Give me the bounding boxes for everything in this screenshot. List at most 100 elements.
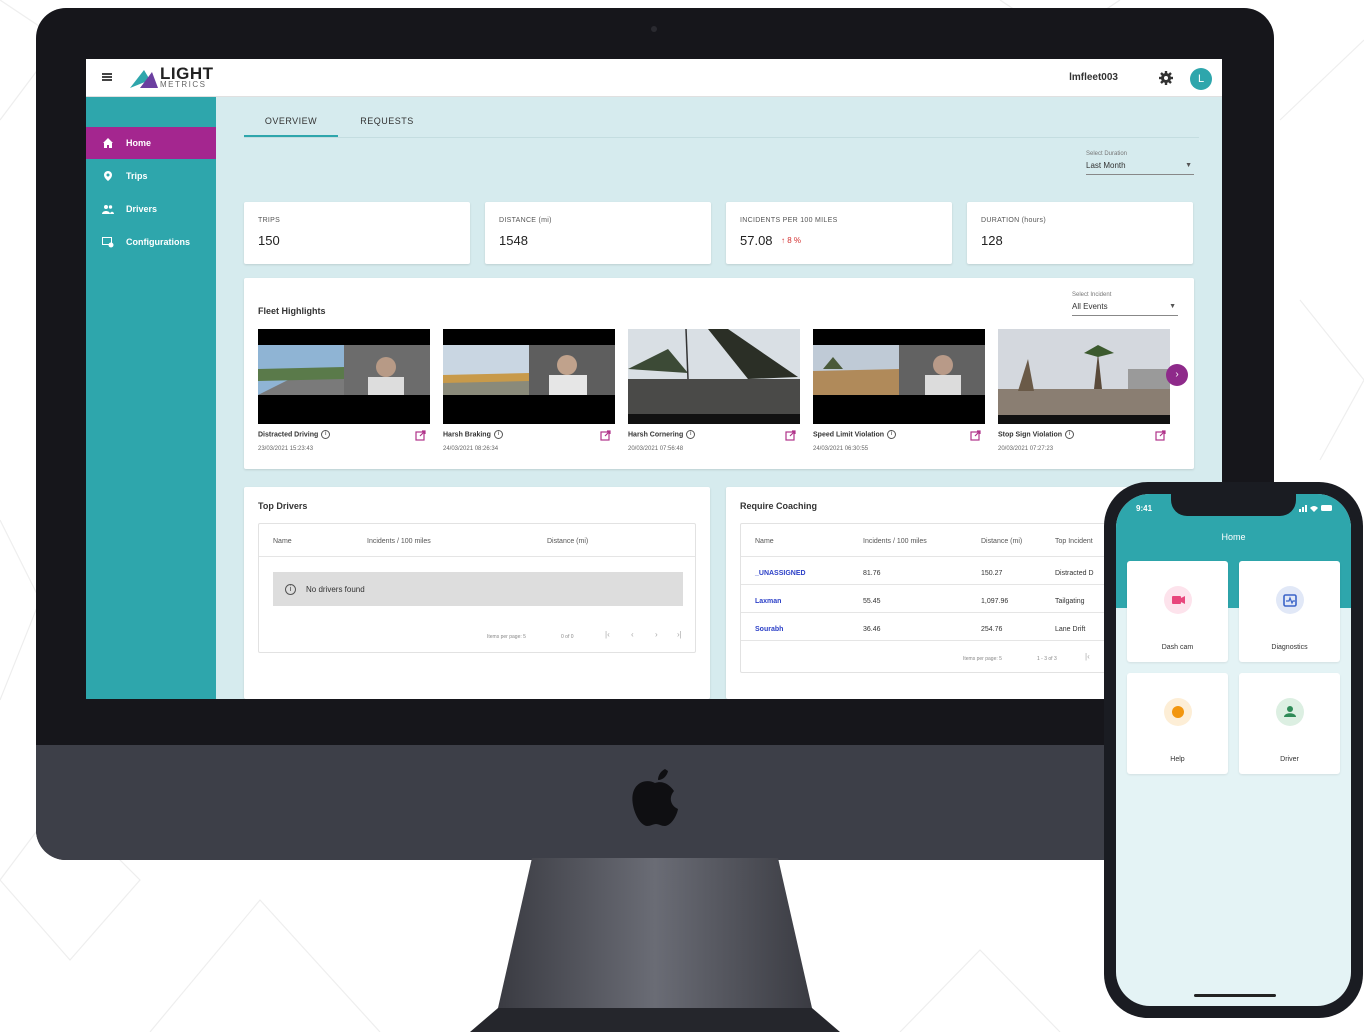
column-header: Incidents / 100 miles bbox=[367, 538, 431, 545]
stat-value: 1548 bbox=[499, 233, 528, 248]
gear-icon[interactable] bbox=[1158, 70, 1174, 86]
video-thumbnail[interactable] bbox=[258, 329, 430, 424]
driver-name-link[interactable]: Sourabh bbox=[755, 626, 783, 633]
items-per-page[interactable]: Items per page: 5 bbox=[487, 634, 526, 640]
status-bar-icons bbox=[1299, 505, 1332, 512]
video-thumbnail[interactable] bbox=[998, 329, 1170, 424]
info-icon: i bbox=[285, 583, 296, 595]
clip-title: Harsh Cornering i bbox=[628, 430, 696, 439]
driver-icon bbox=[1276, 698, 1304, 726]
tile-help[interactable]: Help bbox=[1127, 673, 1228, 774]
cell-incidents: 36.46 bbox=[863, 626, 881, 633]
column-header: Distance (mi) bbox=[981, 538, 1023, 545]
tile-diagnostics[interactable]: Diagnostics bbox=[1239, 561, 1340, 662]
items-per-page[interactable]: Items per page: 5 bbox=[963, 656, 1002, 662]
avatar[interactable]: L bbox=[1190, 68, 1212, 90]
panel-title: Top Drivers bbox=[258, 501, 308, 511]
video-thumbnail[interactable] bbox=[813, 329, 985, 424]
caret-down-icon: ▼ bbox=[1169, 303, 1176, 310]
stat-value: 150 bbox=[258, 233, 280, 248]
video-thumbnail[interactable] bbox=[443, 329, 615, 424]
first-page-icon[interactable]: |‹ bbox=[1085, 652, 1090, 661]
incident-select-value: All Events bbox=[1072, 302, 1108, 311]
driver-name-link[interactable]: _UNASSIGNED bbox=[755, 570, 806, 577]
empty-state-text: No drivers found bbox=[306, 584, 365, 594]
pager-range: 0 of 0 bbox=[561, 634, 574, 640]
open-external-icon[interactable] bbox=[970, 430, 981, 441]
stat-label: DISTANCE (mi) bbox=[499, 217, 552, 224]
video-thumbnail[interactable] bbox=[628, 329, 800, 424]
open-external-icon[interactable] bbox=[785, 430, 796, 441]
panel-title: Fleet Highlights bbox=[258, 306, 326, 316]
cell-incidents: 81.76 bbox=[863, 570, 881, 577]
next-page-icon[interactable]: › bbox=[655, 630, 658, 639]
sidebar-item-home[interactable]: Home bbox=[86, 127, 216, 159]
stat-label: INCIDENTS PER 100 MILES bbox=[740, 217, 838, 224]
tile-label: Dash cam bbox=[1161, 644, 1194, 651]
column-header: Name bbox=[755, 538, 774, 545]
sidebar-item-label: Configurations bbox=[126, 237, 190, 247]
header-divider bbox=[259, 556, 695, 557]
desktop-screen: LIGHT METRICS lmfleet003 L Home Trips Dr… bbox=[86, 59, 1222, 699]
last-page-icon[interactable]: ›| bbox=[677, 630, 682, 639]
tab-requests[interactable]: REQUESTS bbox=[342, 109, 432, 137]
highlight-clip[interactable]: Harsh Braking i 24/03/2021 08:26:34 bbox=[443, 329, 615, 452]
open-external-icon[interactable] bbox=[1155, 430, 1166, 441]
help-icon bbox=[1164, 698, 1192, 726]
sidebar-item-label: Drivers bbox=[126, 204, 158, 214]
incident-select[interactable]: Select Incident All Events ▼ bbox=[1072, 292, 1178, 316]
open-external-icon[interactable] bbox=[415, 430, 426, 441]
stat-value: 57.08 bbox=[740, 233, 773, 248]
tile-label: Help bbox=[1170, 756, 1185, 763]
phone-title: Home bbox=[1221, 532, 1246, 542]
highlight-clip[interactable]: Harsh Cornering i 20/03/2021 07:56:48 bbox=[628, 329, 800, 452]
status-time: 9:41 bbox=[1136, 504, 1153, 513]
clip-timestamp: 23/03/2021 15:23:43 bbox=[258, 446, 314, 452]
apple-logo-icon bbox=[632, 769, 678, 826]
prev-page-icon[interactable]: ‹ bbox=[631, 630, 634, 639]
diagnostics-icon bbox=[1276, 586, 1304, 614]
stat-label: DURATION (hours) bbox=[981, 217, 1046, 224]
home-indicator bbox=[1194, 994, 1276, 997]
highlight-clip[interactable]: Stop Sign Violation i 20/03/2021 07:27:23 bbox=[998, 329, 1170, 452]
tab-overview[interactable]: OVERVIEW bbox=[244, 109, 338, 137]
incident-select-label: Select Incident bbox=[1072, 292, 1112, 298]
caret-down-icon: ▼ bbox=[1185, 162, 1192, 169]
clip-timestamp: 24/03/2021 06:30:55 bbox=[813, 446, 869, 452]
driver-name-link[interactable]: Laxman bbox=[755, 598, 781, 605]
column-header: Top Incident bbox=[1055, 538, 1093, 545]
imac-stand bbox=[470, 858, 840, 1032]
username: lmfleet003 bbox=[1069, 72, 1118, 83]
sidebar-item-label: Home bbox=[126, 138, 152, 148]
info-icon[interactable]: i bbox=[686, 430, 696, 439]
column-header: Distance (mi) bbox=[547, 538, 589, 545]
highlight-clip[interactable]: Speed Limit Violation i 24/03/2021 06:30:… bbox=[813, 329, 985, 452]
clip-timestamp: 20/03/2021 07:56:48 bbox=[628, 446, 684, 452]
next-arrow-button[interactable]: › bbox=[1166, 364, 1188, 386]
duration-select[interactable]: Select Duration Last Month ▼ bbox=[1086, 151, 1194, 175]
sidebar-item-configurations[interactable]: Configurations bbox=[86, 226, 216, 258]
clip-title: Distracted Driving i bbox=[258, 430, 331, 439]
tabs-divider bbox=[244, 137, 1199, 138]
info-icon[interactable]: i bbox=[887, 430, 897, 439]
clip-title: Harsh Braking i bbox=[443, 430, 503, 439]
open-external-icon[interactable] bbox=[600, 430, 611, 441]
stat-card-incidents: INCIDENTS PER 100 MILES 57.08 ↑ 8 % bbox=[726, 202, 952, 264]
tile-label: Diagnostics bbox=[1271, 644, 1308, 651]
top-drivers-table: Name Incidents / 100 miles Distance (mi)… bbox=[258, 523, 696, 653]
cell-distance: 1,097.96 bbox=[981, 598, 1009, 605]
cell-distance: 254.76 bbox=[981, 626, 1003, 633]
info-icon[interactable]: i bbox=[1065, 430, 1075, 439]
tile-driver[interactable]: Driver bbox=[1239, 673, 1340, 774]
highlight-clip[interactable]: Distracted Driving i 23/03/2021 15:23:43 bbox=[258, 329, 430, 452]
info-icon[interactable]: i bbox=[321, 430, 331, 439]
config-icon bbox=[102, 237, 114, 248]
info-icon[interactable]: i bbox=[493, 430, 503, 439]
sidebar-item-drivers[interactable]: Drivers bbox=[86, 193, 216, 225]
tile-dash-cam[interactable]: Dash cam bbox=[1127, 561, 1228, 662]
cell-top-incident: Distracted D bbox=[1055, 570, 1094, 577]
sidebar-item-trips[interactable]: Trips bbox=[86, 160, 216, 192]
cell-top-incident: Tailgating bbox=[1055, 598, 1085, 605]
menu-icon[interactable] bbox=[102, 73, 112, 81]
first-page-icon[interactable]: |‹ bbox=[605, 630, 610, 639]
